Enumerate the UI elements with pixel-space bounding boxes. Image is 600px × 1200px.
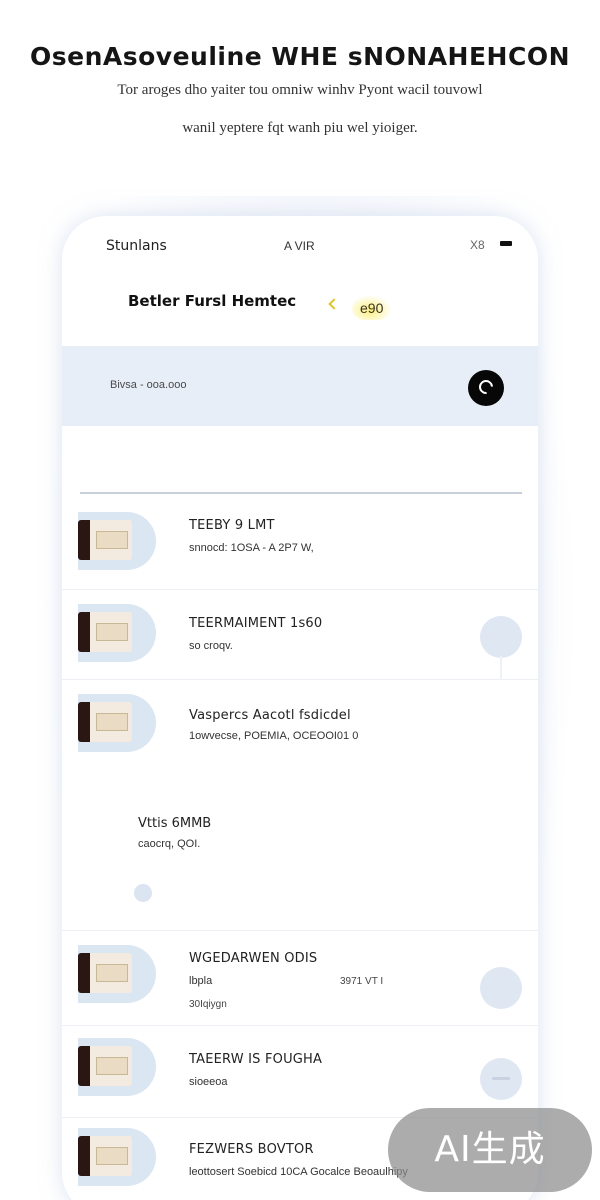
header-title: Betler Fursl Hemtec <box>128 292 297 310</box>
list-item[interactable]: Vaspercs Aacotl fsdicdel 1owvecse, POEMI… <box>62 680 538 770</box>
status-center-text: A VIR <box>284 239 315 253</box>
list-item-meta: 30Iqiygn <box>189 999 227 1010</box>
remove-button[interactable] <box>480 1058 522 1100</box>
list-item-subtitle: sioeeoa <box>189 1076 228 1088</box>
list-item-subtitle: lbpla <box>189 975 213 987</box>
status-left-text: Stunlans <box>106 238 167 254</box>
list-item-title: WGEDARWEN ODIS <box>189 951 318 966</box>
list-item-subtitle: snnocd: 1OSA - A 2P7 W, <box>189 542 314 554</box>
hero-subtitle-line2: wanil yeptere fqt wanh piu wel yioiger. <box>182 120 418 136</box>
list-item[interactable]: TEEBY 9 LMT snnocd: 1OSA - A 2P7 W, <box>62 500 538 590</box>
list-item-subtitle: 1owvecse, POEMIA, OCEOOI01 0 <box>189 730 359 742</box>
list-item-action-button[interactable] <box>480 967 522 1009</box>
list-item-title: FEZWERS BOVTOR <box>189 1142 314 1157</box>
ai-generated-watermark: AI生成 <box>388 1108 592 1192</box>
section-title: Vttis 6MMB <box>138 816 212 831</box>
refresh-button[interactable] <box>468 370 504 406</box>
list-item-title: TEERMAIMENT 1s60 <box>189 616 323 631</box>
list-item-subtitle: leottosert Soebicd 10CA Gocalce Beoaulhi… <box>189 1166 408 1178</box>
list-item-meta: 3971 VT I <box>340 976 384 987</box>
hero-title: OsenAsoveuline WHE sNONAHEHCON <box>30 42 570 71</box>
section-indicator-dot[interactable] <box>134 884 152 902</box>
thumbnail-image <box>78 1136 132 1176</box>
divider <box>80 492 522 494</box>
list-item-title: Vaspercs Aacotl fsdicdel <box>189 708 351 723</box>
chevron-left-icon[interactable] <box>328 298 340 310</box>
phone-frame: Stunlans A VIR X8 Betler Fursl Hemtec e9… <box>62 216 538 1200</box>
status-right-text: X8 <box>470 238 485 252</box>
thumbnail-image <box>78 953 132 993</box>
list-item-title: TAEERW IS FOUGHA <box>189 1052 323 1067</box>
list-item-action-button[interactable] <box>480 616 522 680</box>
list-item[interactable]: TAEERW IS FOUGHA sioeeoa <box>62 1026 538 1118</box>
section-subtitle: caocrq, QOI. <box>138 838 201 850</box>
list-item[interactable]: WGEDARWEN ODIS lbpla 3971 VT I 30Iqiygn <box>62 930 538 1026</box>
coins-badge[interactable]: e90 <box>352 296 392 320</box>
thumbnail-image <box>78 520 132 560</box>
minus-icon <box>492 1077 510 1080</box>
refresh-icon <box>476 377 496 397</box>
list-item[interactable]: TEERMAIMENT 1s60 so croqv. <box>62 590 538 680</box>
status-bar: Stunlans A VIR X8 <box>62 236 538 256</box>
thumbnail-image <box>78 702 132 742</box>
balance-card: Bivsa - ooa.ooo <box>62 346 538 426</box>
balance-label: Bivsa - ooa.ooo <box>110 379 187 391</box>
hero-subtitle-line1: Tor aroges dho yaiter tou omniw winhv Py… <box>117 82 483 98</box>
thumbnail-image <box>78 612 132 652</box>
list-item-subtitle: so croqv. <box>189 640 233 652</box>
list-item-title: TEEBY 9 LMT <box>189 518 275 533</box>
battery-icon <box>500 241 512 246</box>
thumbnail-image <box>78 1046 132 1086</box>
